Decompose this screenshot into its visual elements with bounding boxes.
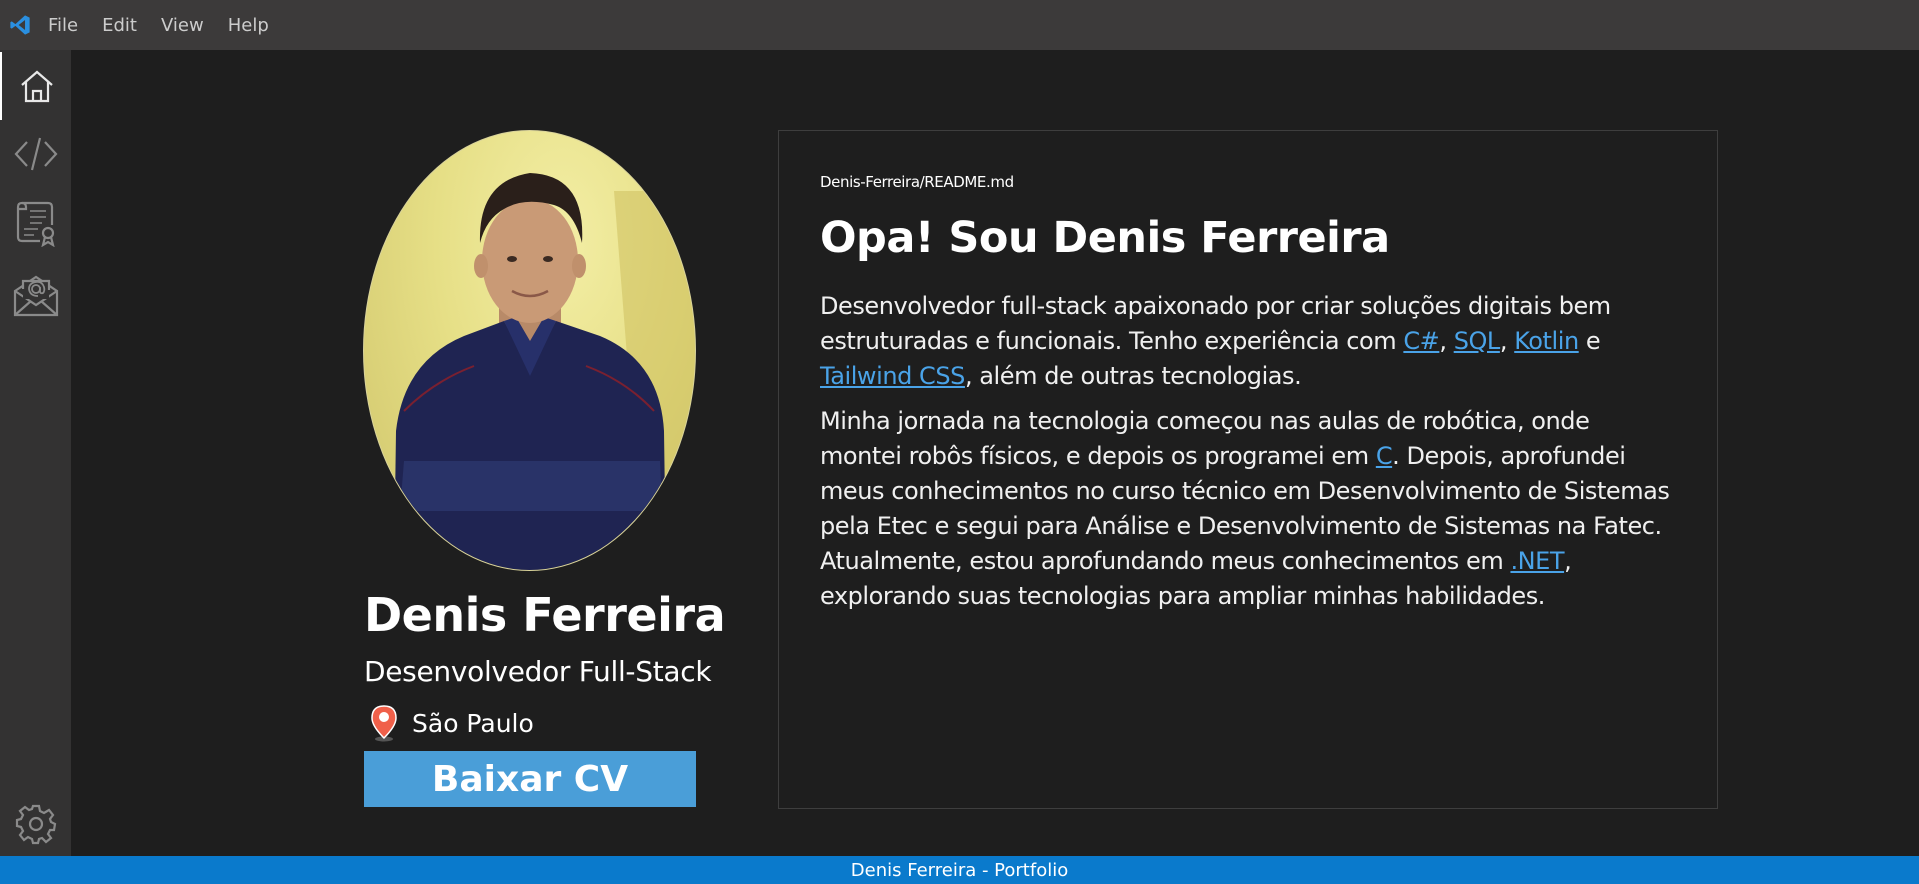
profile-location: São Paulo — [364, 703, 534, 743]
paragraph-text: , além de outras tecnologias. — [964, 362, 1302, 390]
status-bar: Denis Ferreira - Portfolio — [0, 856, 1919, 884]
link-c[interactable]: C — [1376, 442, 1393, 470]
vscode-logo-icon — [8, 13, 32, 37]
activity-home[interactable] — [0, 52, 71, 120]
location-text: São Paulo — [412, 708, 534, 738]
location-pin-icon — [364, 703, 404, 743]
readme-title: Opa! Sou Denis Ferreira — [820, 213, 1390, 263]
main-content: Denis Ferreira Desenvolvedor Full-Stack … — [71, 50, 1919, 856]
status-bar-text: Denis Ferreira - Portfolio — [850, 859, 1069, 881]
title-bar: File Edit View Help — [0, 0, 1919, 50]
menu-edit[interactable]: Edit — [102, 15, 137, 36]
profile-name: Denis Ferreira — [364, 588, 726, 642]
code-icon — [14, 137, 57, 171]
mail-icon — [13, 275, 58, 317]
link-sql[interactable]: SQL — [1454, 327, 1501, 355]
profile-role: Desenvolvedor Full-Stack — [364, 655, 712, 688]
link-kotlin[interactable]: Kotlin — [1514, 327, 1579, 355]
activity-bar — [0, 50, 71, 856]
paragraph-text: , — [1439, 327, 1454, 355]
readme-panel: Denis-Ferreira/README.md Opa! Sou Denis … — [778, 130, 1718, 809]
activity-certificates[interactable] — [0, 188, 71, 256]
menu-view[interactable]: View — [161, 15, 204, 36]
profile-photo — [363, 130, 696, 571]
home-icon — [20, 70, 53, 103]
activity-contact[interactable] — [0, 260, 71, 328]
readme-paragraph-2: Minha jornada na tecnologia começou nas … — [820, 404, 1675, 614]
paragraph-text: , — [1499, 327, 1515, 355]
activity-code[interactable] — [0, 120, 71, 188]
paragraph-text: e — [1578, 327, 1601, 355]
link-tailwind-css[interactable]: Tailwind CSS — [820, 362, 965, 390]
menu-file[interactable]: File — [48, 15, 78, 36]
readme-paragraph-1: Desenvolvedor full-stack apaixonado por … — [820, 289, 1675, 394]
readme-path: Denis-Ferreira/README.md — [820, 173, 1014, 191]
download-cv-button[interactable]: Baixar CV — [364, 751, 696, 807]
gear-icon — [15, 804, 56, 845]
certificate-icon — [16, 201, 55, 247]
activity-settings[interactable] — [0, 794, 71, 854]
link-dotnet[interactable]: .NET — [1510, 547, 1564, 575]
link-csharp[interactable]: C# — [1403, 327, 1439, 355]
menu-help[interactable]: Help — [228, 15, 269, 36]
